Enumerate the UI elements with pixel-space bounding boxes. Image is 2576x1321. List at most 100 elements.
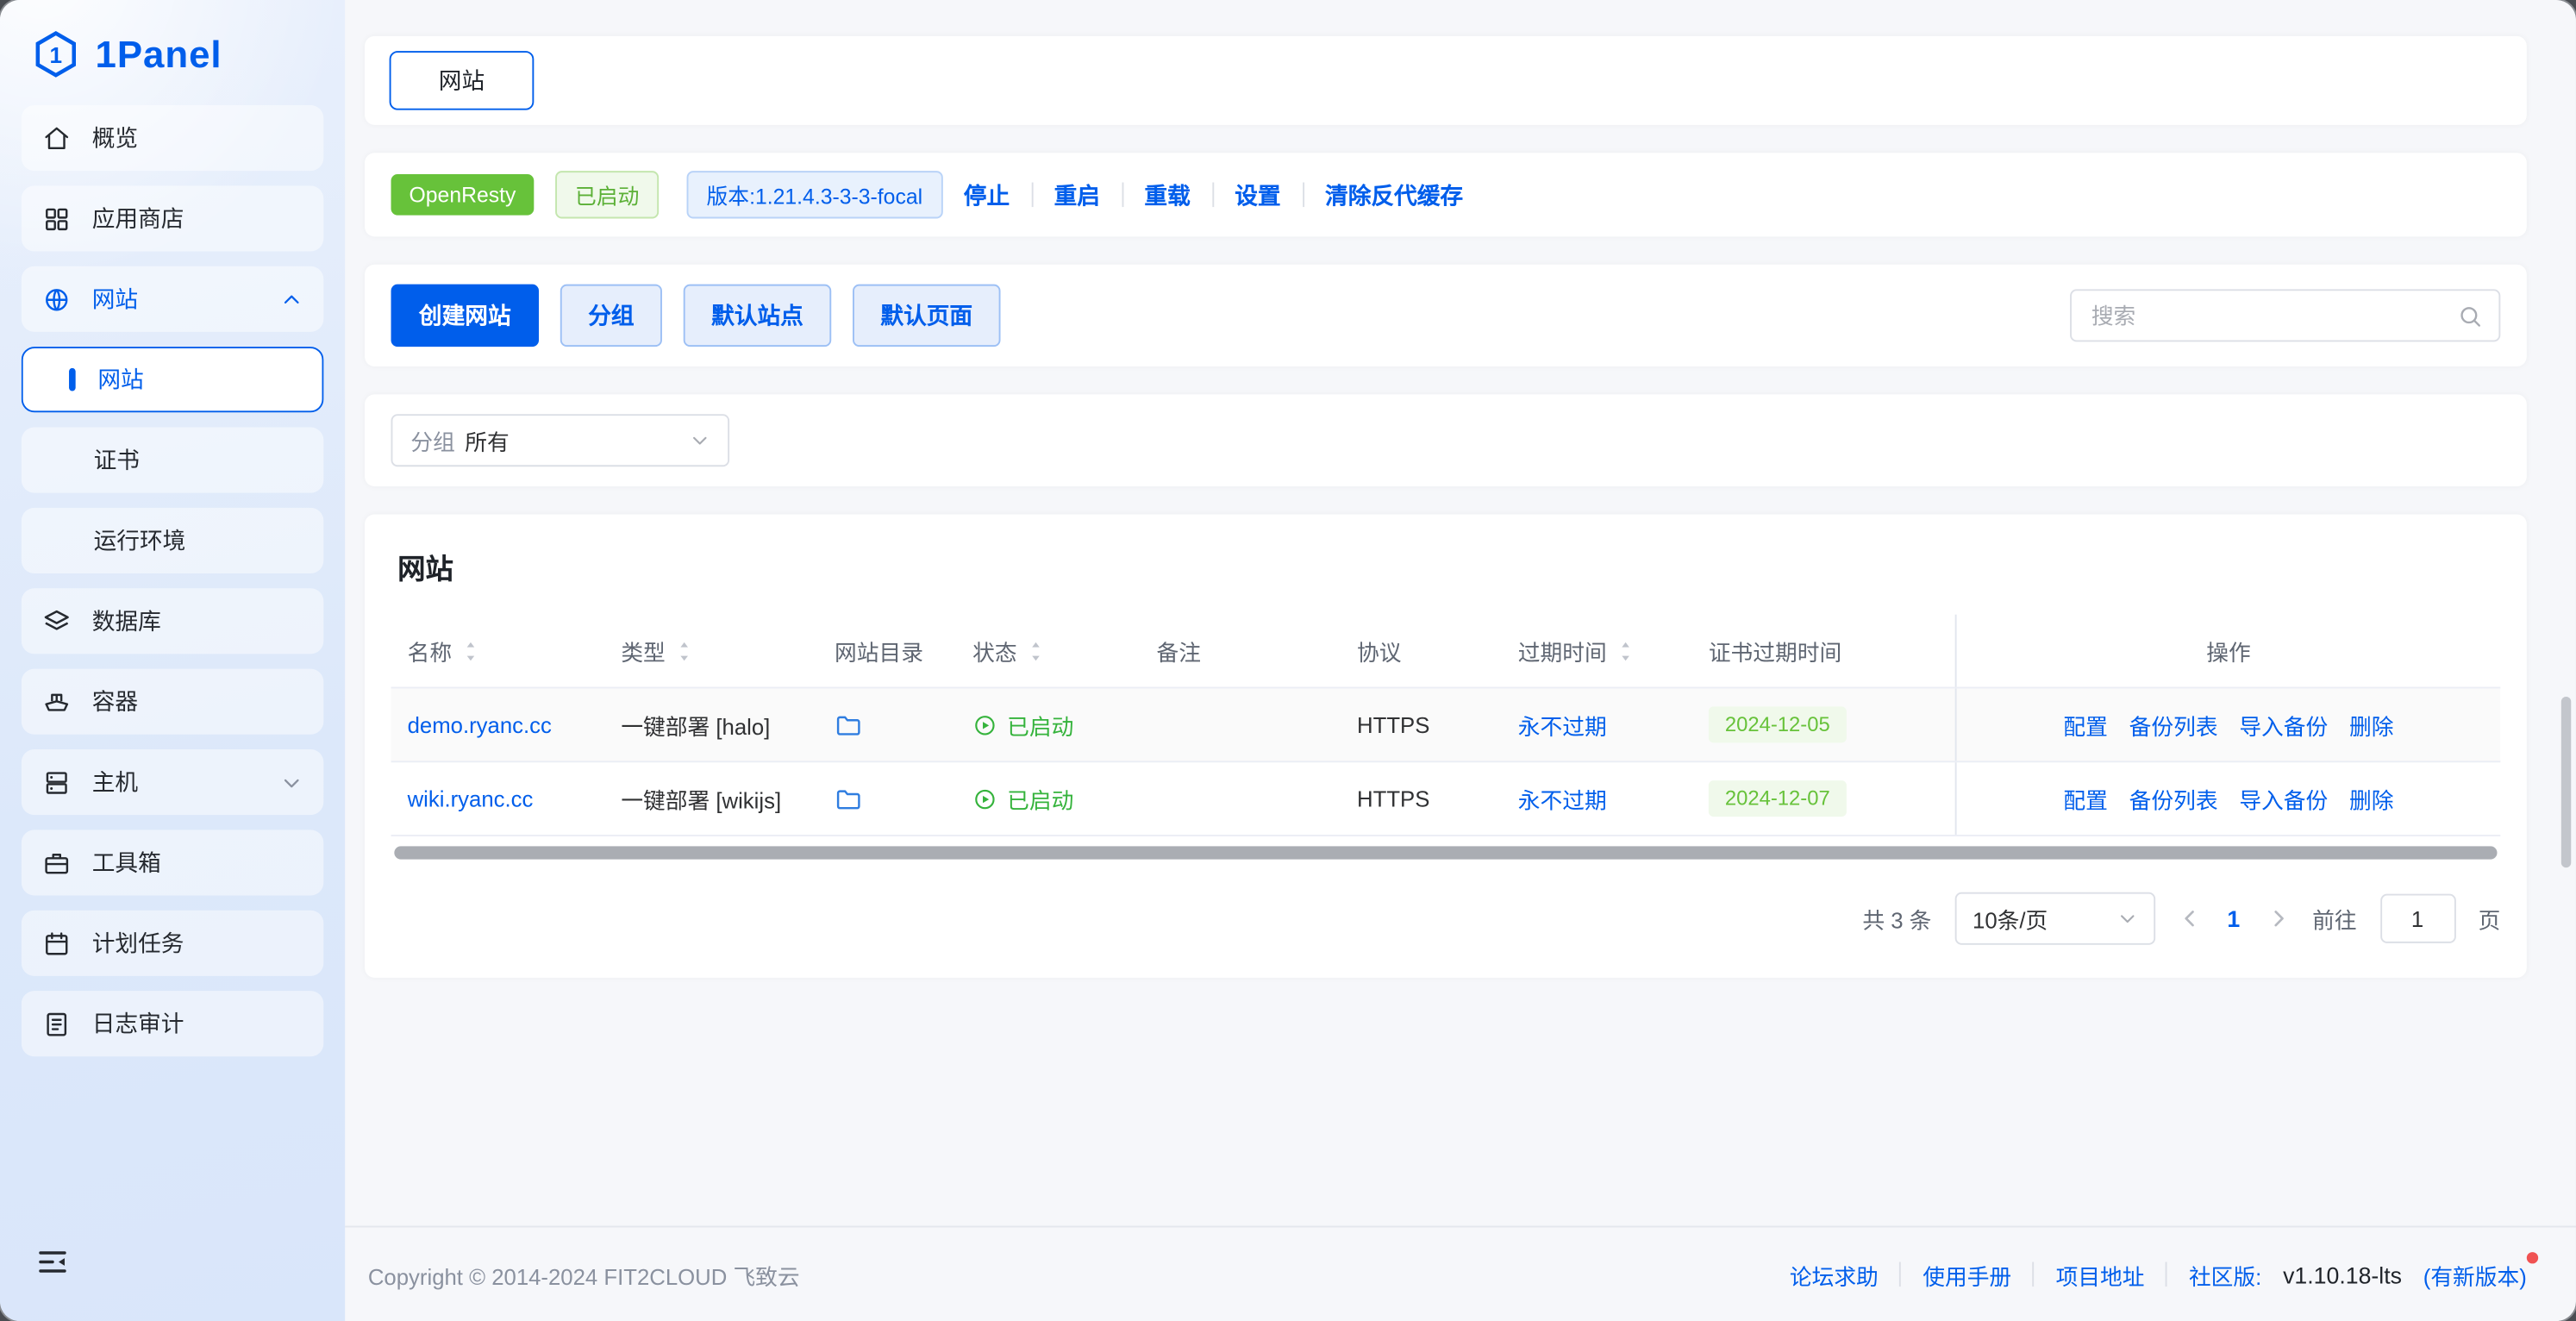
import-backup-button[interactable]: 导入备份 <box>2239 782 2328 815</box>
sidebar-item-toolbox[interactable]: 工具箱 <box>22 830 324 895</box>
tab-website[interactable]: 网站 <box>390 51 535 110</box>
next-page-button[interactable] <box>2267 907 2290 930</box>
brand-name: 1Panel <box>96 32 222 76</box>
site-protocol: HTTPS <box>1357 712 1429 737</box>
play-circle-icon <box>972 786 997 811</box>
site-type: 一键部署 [wikijs] <box>621 782 781 815</box>
sidebar-item-label: 主机 <box>92 766 138 798</box>
default-site-button[interactable]: 默认站点 <box>684 285 832 347</box>
reload-button[interactable]: 重载 <box>1144 178 1190 211</box>
delete-button[interactable]: 删除 <box>2349 782 2393 815</box>
site-protocol: HTTPS <box>1357 786 1429 811</box>
sidebar-item-label: 计划任务 <box>92 927 184 960</box>
sidebar-item-logs[interactable]: 日志审计 <box>22 991 324 1056</box>
pagination: 共 3 条 10条/页 1 前往 <box>391 892 2501 945</box>
column-header-type[interactable]: 类型 <box>604 615 818 687</box>
restart-button[interactable]: 重启 <box>1054 178 1100 211</box>
page-number-1[interactable]: 1 <box>2224 905 2243 931</box>
sidebar-item-database[interactable]: 数据库 <box>22 588 324 654</box>
sort-icon[interactable] <box>1618 640 1633 661</box>
settings-button[interactable]: 设置 <box>1235 178 1280 211</box>
sidebar: 1 1Panel 概览 应用商店 网站 <box>0 0 345 1321</box>
sidebar-item-website[interactable]: 网站 <box>22 266 324 332</box>
page-unit-label: 页 <box>2479 902 2501 935</box>
sort-icon[interactable] <box>463 640 478 661</box>
group-filter-value: 所有 <box>465 424 509 457</box>
engine-status-bar: OpenResty 已启动 版本:1.21.4.3-3-3-focal 停止 重… <box>365 153 2527 236</box>
sidebar-item-label: 工具箱 <box>92 846 161 879</box>
delete-button[interactable]: 删除 <box>2349 708 2393 741</box>
active-indicator-icon <box>69 368 75 391</box>
backup-list-button[interactable]: 备份列表 <box>2129 708 2218 741</box>
sidebar-item-label: 数据库 <box>92 604 161 637</box>
table-row: wiki.ryanc.cc 一键部署 [wikijs] <box>391 762 2501 836</box>
clear-proxy-cache-button[interactable]: 清除反代缓存 <box>1325 178 1463 211</box>
expire-value[interactable]: 永不过期 <box>1518 782 1607 815</box>
expire-value[interactable]: 永不过期 <box>1518 708 1607 741</box>
sidebar-subitem-certificates[interactable]: 证书 <box>22 427 324 492</box>
sort-icon[interactable] <box>1029 640 1043 661</box>
new-version-link[interactable]: (有新版本) <box>2423 1258 2527 1291</box>
copyright-text: Copyright © 2014-2024 FIT2CLOUD 飞致云 <box>368 1258 800 1291</box>
status-running-badge: 已启动 <box>972 708 1073 741</box>
import-backup-button[interactable]: 导入备份 <box>2239 708 2328 741</box>
sidebar-item-overview[interactable]: 概览 <box>22 105 324 171</box>
config-button[interactable]: 配置 <box>2063 782 2107 815</box>
layers-icon <box>43 607 71 635</box>
site-name-link[interactable]: demo.ryanc.cc <box>408 712 552 737</box>
chevron-up-icon <box>281 288 303 310</box>
column-header-status[interactable]: 状态 <box>956 615 1140 687</box>
footer-links: 论坛求助 使用手册 项目地址 社区版: v1.10.18-lts (有新版本) <box>1790 1258 2527 1291</box>
collapse-sidebar-icon <box>34 1244 71 1280</box>
search-input[interactable] <box>2088 302 2445 329</box>
page-size-select[interactable]: 10条/页 <box>1954 892 2154 945</box>
backup-list-button[interactable]: 备份列表 <box>2129 782 2218 815</box>
table-header-row: 名称 类型 网站目录 状态 <box>391 615 2501 689</box>
update-notification-dot <box>2527 1251 2538 1262</box>
sidebar-item-container[interactable]: 容器 <box>22 669 324 735</box>
globe-icon <box>43 285 71 313</box>
sidebar-item-cronjob[interactable]: 计划任务 <box>22 911 324 976</box>
group-filter-select[interactable]: 分组 所有 <box>391 414 730 466</box>
edition-label[interactable]: 社区版: <box>2189 1258 2261 1291</box>
main-content: 网站 OpenResty 已启动 版本:1.21.4.3-3-3-focal 停… <box>345 0 2576 1226</box>
site-name-link[interactable]: wiki.ryanc.cc <box>408 786 534 811</box>
column-header-protocol: 协议 <box>1341 615 1502 687</box>
table-title: 网站 <box>397 546 2500 587</box>
play-circle-icon <box>972 712 997 737</box>
create-website-button[interactable]: 创建网站 <box>391 285 540 347</box>
engine-version-badge: 版本:1.21.4.3-3-3-focal <box>687 171 942 218</box>
column-header-expire[interactable]: 过期时间 <box>1502 615 1692 687</box>
divider <box>2033 1262 2035 1287</box>
scale-wrapper: 1 1Panel 概览 应用商店 网站 <box>0 0 2576 1321</box>
folder-icon[interactable] <box>835 785 862 812</box>
sidebar-item-label: 概览 <box>92 122 138 154</box>
forum-help-link[interactable]: 论坛求助 <box>1790 1258 1879 1291</box>
collapse-sidebar-button[interactable] <box>22 1234 91 1298</box>
sidebar-subitem-website[interactable]: 网站 <box>22 347 324 412</box>
brand-logo[interactable]: 1 1Panel <box>22 16 324 105</box>
main-area: 网站 OpenResty 已启动 版本:1.21.4.3-3-3-focal 停… <box>345 0 2576 1321</box>
config-button[interactable]: 配置 <box>2063 708 2107 741</box>
prev-page-button[interactable] <box>2178 907 2201 930</box>
engine-state-badge: 已启动 <box>555 171 659 218</box>
sidebar-subitem-runtime[interactable]: 运行环境 <box>22 508 324 573</box>
project-link[interactable]: 项目地址 <box>2056 1258 2145 1291</box>
search-icon[interactable] <box>2458 304 2483 329</box>
default-page-button[interactable]: 默认页面 <box>853 285 1001 347</box>
group-button[interactable]: 分组 <box>560 285 662 347</box>
column-header-name[interactable]: 名称 <box>391 615 605 687</box>
vertical-scrollbar[interactable] <box>2561 697 2571 867</box>
manual-link[interactable]: 使用手册 <box>1923 1258 2011 1291</box>
sidebar-item-label: 容器 <box>92 686 138 718</box>
goto-label: 前往 <box>2312 902 2356 935</box>
sidebar-item-appstore[interactable]: 应用商店 <box>22 185 324 251</box>
goto-page-input[interactable] <box>2379 894 2455 943</box>
divider <box>1302 183 1304 208</box>
stop-button[interactable]: 停止 <box>964 178 1010 211</box>
sort-icon[interactable] <box>677 640 691 661</box>
group-filter-label: 分组 <box>410 424 454 457</box>
folder-icon[interactable] <box>835 711 862 738</box>
sidebar-item-host[interactable]: 主机 <box>22 749 324 815</box>
horizontal-scrollbar[interactable] <box>394 846 2497 859</box>
